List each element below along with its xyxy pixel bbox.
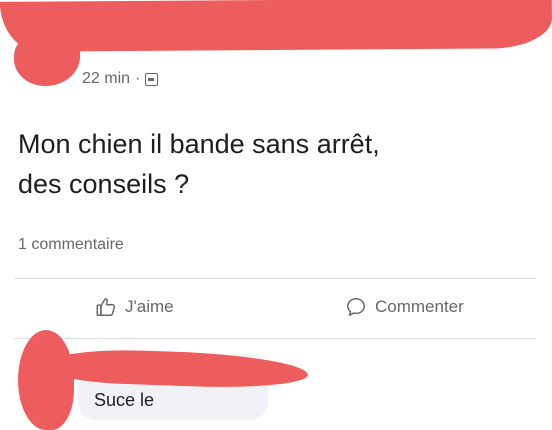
comment-text: Suce le — [94, 390, 155, 410]
redaction-mark-commenter-avatar — [18, 330, 74, 430]
post-text: Mon chien il bande sans arrêt, des conse… — [18, 124, 538, 204]
post-timestamp[interactable]: 22 min — [82, 70, 130, 88]
thumbs-up-icon — [96, 298, 116, 316]
divider — [14, 338, 536, 339]
speech-bubble-icon — [347, 298, 365, 316]
post-meta: 22 min · — [82, 70, 159, 88]
post-text-line: des conseils ? — [18, 169, 190, 199]
comment-count[interactable]: 1 commentaire — [18, 236, 124, 254]
globe-icon — [145, 72, 159, 86]
redaction-mark-header — [0, 0, 552, 52]
like-label: J'aime — [125, 297, 174, 316]
divider — [14, 278, 536, 279]
like-button[interactable]: J'aime — [95, 296, 174, 318]
comment-label: Commenter — [375, 297, 464, 316]
meta-separator: · — [135, 70, 141, 87]
comment-button[interactable]: Commenter — [345, 296, 464, 318]
post-text-line: Mon chien il bande sans arrêt, — [18, 129, 380, 159]
redaction-mark-avatar — [14, 30, 80, 86]
